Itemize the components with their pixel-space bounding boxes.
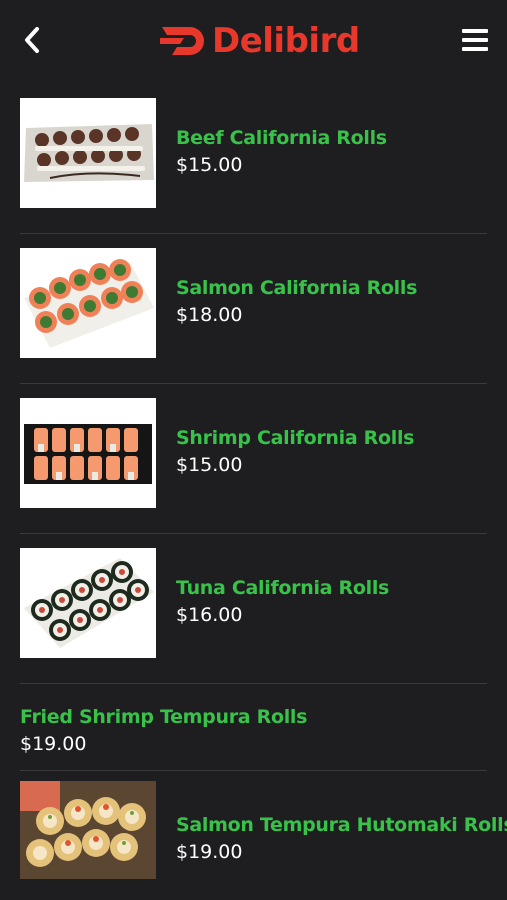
menu-item[interactable]: Salmon California Rolls $18.00: [20, 234, 487, 384]
item-info: Tuna California Rolls $16.00: [176, 575, 389, 629]
item-price: $15.00: [176, 154, 243, 176]
item-price: $16.00: [176, 604, 243, 626]
menu-button[interactable]: [457, 22, 493, 58]
delibird-logo-icon: [160, 25, 208, 57]
menu-item[interactable]: Salmon Tempura Hutomaki Rolls $19.00: [20, 771, 507, 900]
menu-item-list: Beef California Rolls $15.00 Salmon Cali…: [0, 84, 507, 900]
item-price: $18.00: [176, 304, 243, 326]
top-bar: Delibird: [0, 0, 507, 84]
item-name: Fried Shrimp Tempura Rolls: [20, 706, 308, 728]
app-screen: Delibird Beef California Rolls $15.00 Sa…: [0, 0, 507, 900]
menu-item[interactable]: Shrimp California Rolls $15.00: [20, 384, 487, 534]
item-thumbnail: [20, 781, 156, 879]
item-name: Salmon Tempura Hutomaki Rolls: [176, 814, 507, 836]
item-price: $19.00: [20, 733, 87, 755]
item-info: Fried Shrimp Tempura Rolls $19.00: [20, 704, 307, 758]
delibird-logo: Delibird: [160, 20, 360, 62]
item-info: Shrimp California Rolls $15.00: [176, 425, 414, 479]
item-info: Salmon California Rolls $18.00: [176, 275, 417, 329]
logo-text: Delibird: [212, 21, 360, 61]
hamburger-menu-icon: [462, 28, 488, 52]
item-thumbnail: [20, 248, 156, 358]
item-thumbnail: [20, 98, 156, 208]
item-price: $19.00: [176, 841, 243, 863]
item-name: Tuna California Rolls: [176, 577, 390, 599]
item-thumbnail: [20, 548, 156, 658]
item-info: Salmon Tempura Hutomaki Rolls $19.00: [176, 812, 507, 866]
item-price: $15.00: [176, 454, 243, 476]
item-name: Shrimp California Rolls: [176, 427, 415, 449]
item-thumbnail: [20, 398, 156, 508]
item-name: Salmon California Rolls: [176, 277, 418, 299]
chevron-left-icon: [21, 25, 43, 55]
item-name: Beef California Rolls: [176, 127, 387, 149]
item-info: Beef California Rolls $15.00: [176, 125, 387, 179]
back-button[interactable]: [14, 22, 50, 58]
menu-item[interactable]: Beef California Rolls $15.00: [20, 84, 487, 234]
menu-item[interactable]: Fried Shrimp Tempura Rolls $19.00: [20, 684, 487, 771]
menu-item[interactable]: Tuna California Rolls $16.00: [20, 534, 487, 684]
